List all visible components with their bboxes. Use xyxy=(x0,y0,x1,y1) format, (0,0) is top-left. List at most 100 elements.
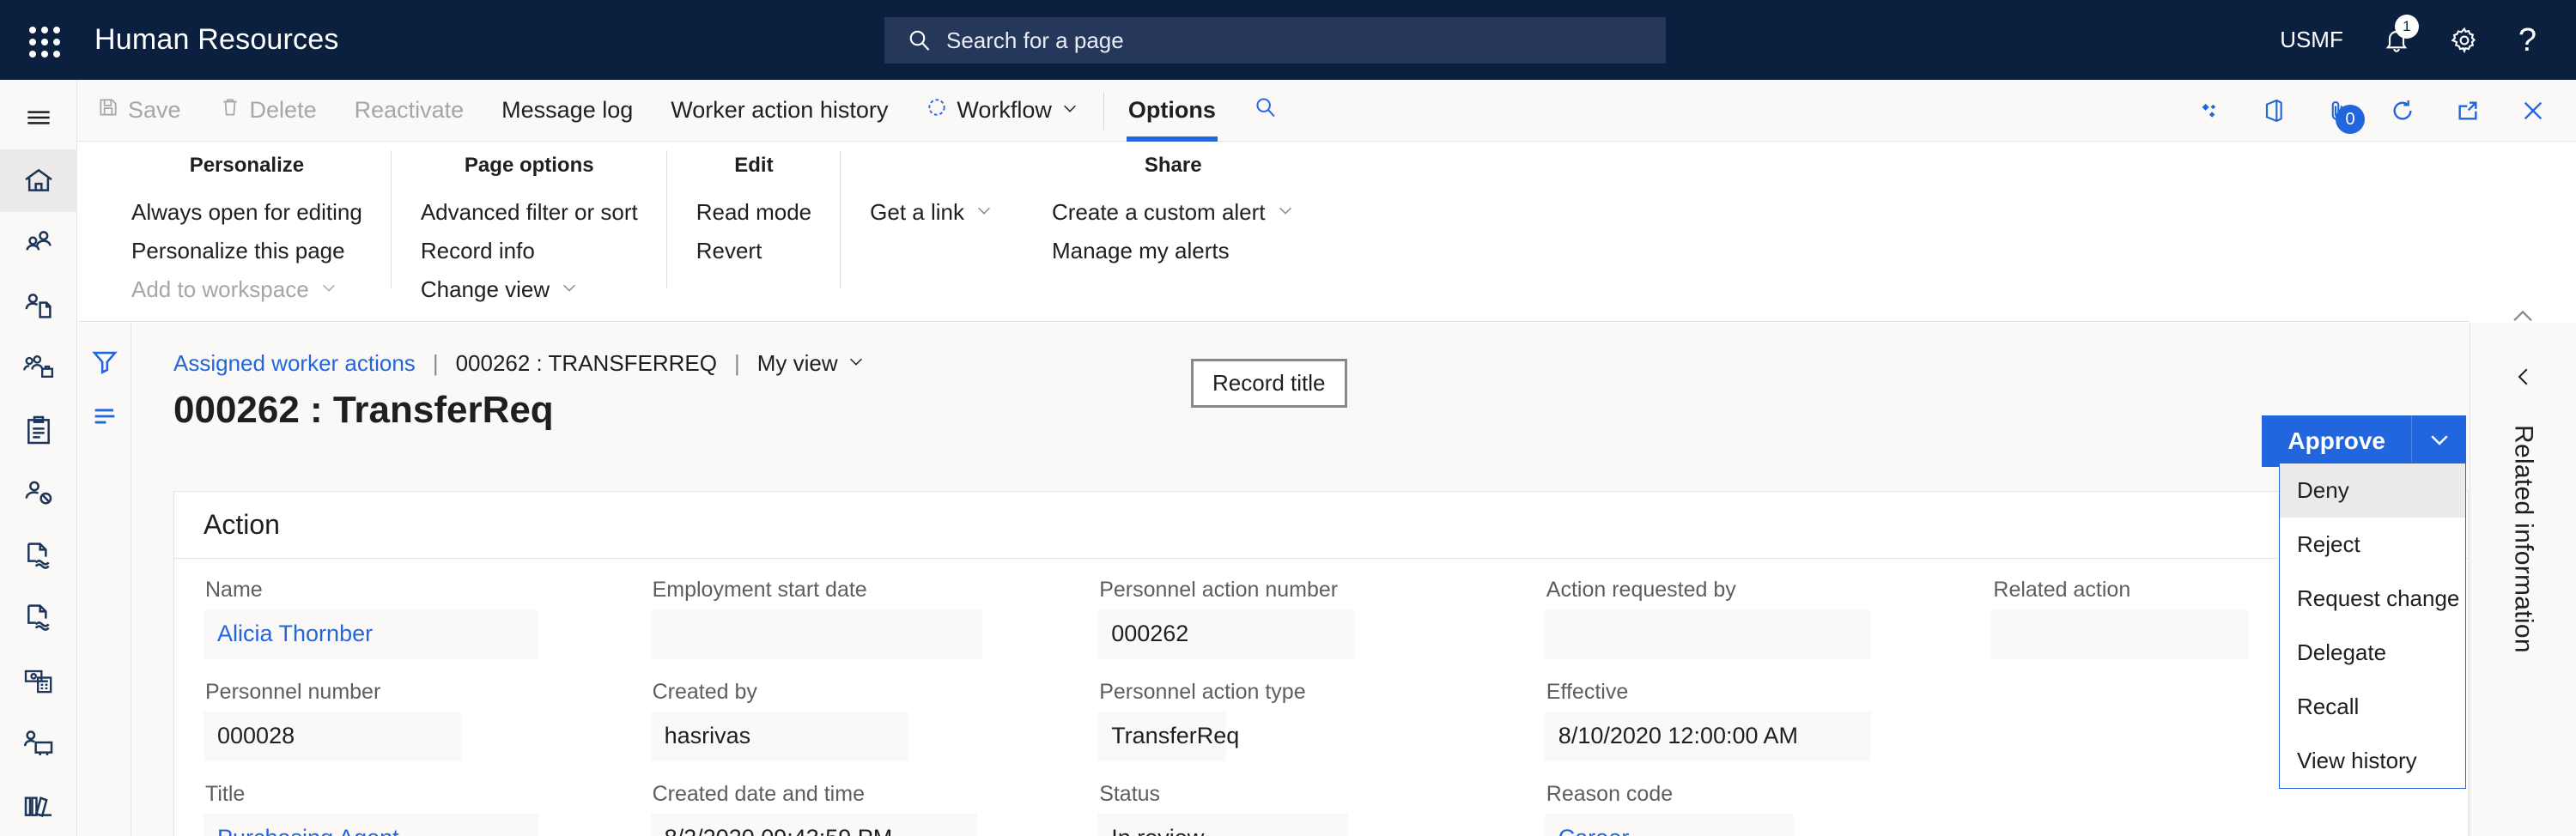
menu-item-recall[interactable]: Recall xyxy=(2280,680,2465,734)
ribbon-group-header: Edit xyxy=(734,154,774,177)
filter-icon[interactable] xyxy=(90,347,119,376)
reactivate-button[interactable]: Reactivate xyxy=(336,80,483,142)
manage-my-alerts-button[interactable]: Manage my alerts xyxy=(1023,232,1324,270)
sidebar-item-document-handshake[interactable] xyxy=(0,524,77,586)
action-card-header: Action 8/10/2020 12:0 xyxy=(174,492,2468,559)
chevron-down-icon xyxy=(560,276,579,303)
ritem-label: Revert xyxy=(696,238,762,264)
breadcrumb-link-assigned-worker-actions[interactable]: Assigned worker actions xyxy=(173,350,416,377)
approve-button[interactable]: Approve xyxy=(2262,415,2411,467)
close-icon[interactable] xyxy=(2500,97,2566,124)
sidebar-item-home[interactable] xyxy=(0,148,77,212)
worker-action-history-button[interactable]: Worker action history xyxy=(652,80,907,142)
view-selector[interactable]: My view xyxy=(757,350,866,377)
gear-icon[interactable] xyxy=(2450,26,2479,55)
popout-icon[interactable] xyxy=(2435,97,2500,124)
command-search-button[interactable] xyxy=(1235,80,1297,142)
hamburger-menu-icon[interactable] xyxy=(0,87,77,149)
approve-dropdown-toggle[interactable] xyxy=(2411,415,2466,467)
company-indicator[interactable]: USMF xyxy=(2280,27,2343,53)
field-value[interactable]: TransferReq xyxy=(1097,712,1239,761)
change-view-menu[interactable]: Change view xyxy=(392,270,667,309)
chevron-down-icon xyxy=(319,276,338,303)
field-value[interactable]: 8/2/2020 09:43:59 PM xyxy=(650,814,977,836)
office-logo-icon[interactable] xyxy=(2241,97,2306,124)
company-label: USMF xyxy=(2280,27,2343,52)
menu-item-deny[interactable]: Deny xyxy=(2280,463,2465,518)
ritem-label: Get a link xyxy=(870,199,964,225)
personalize-this-page-button[interactable]: Personalize this page xyxy=(102,232,392,270)
revert-button[interactable]: Revert xyxy=(667,232,841,270)
app-root: Human Resources Search for a page USMF 1 xyxy=(0,0,2576,836)
worker-action-history-label: Worker action history xyxy=(671,97,889,123)
field-created-date-and-time: Created date and time 8/2/2020 09:43:59 … xyxy=(650,782,1098,836)
add-to-workspace-menu[interactable]: Add to workspace xyxy=(102,270,392,309)
message-log-button[interactable]: Message log xyxy=(483,80,652,142)
field-value[interactable]: Alicia Thornber xyxy=(204,609,538,659)
workflow-icon xyxy=(926,96,948,124)
related-information-collapse-button[interactable] xyxy=(2511,364,2537,394)
field-label: Effective xyxy=(1546,680,1629,704)
search-icon xyxy=(1254,95,1278,125)
ritem-label: Read mode xyxy=(696,199,812,225)
attachments-button[interactable]: 0 xyxy=(2306,98,2370,134)
field-reason-code: Reason code Career xyxy=(1544,782,1992,836)
field-action-requested-by: Action requested by xyxy=(1544,578,1992,680)
chevron-down-icon xyxy=(1060,97,1079,124)
record-info-button[interactable]: Record info xyxy=(392,232,667,270)
field-value[interactable]: Purchasing Agent xyxy=(204,814,538,836)
breadcrumb-separator: | xyxy=(734,350,740,376)
approve-split-button: Approve xyxy=(2262,415,2466,467)
create-a-custom-alert-menu[interactable]: Create a custom alert xyxy=(1023,193,1324,232)
delete-button[interactable]: Delete xyxy=(200,80,336,142)
field-value[interactable]: In review xyxy=(1097,814,1349,836)
field-value[interactable]: 000028 xyxy=(204,712,461,761)
sidebar-item-teams[interactable] xyxy=(0,336,77,399)
menu-item-delegate[interactable]: Delegate xyxy=(2280,626,2465,680)
workflow-menu-button[interactable]: Workflow xyxy=(907,80,1098,142)
list-lines-icon[interactable] xyxy=(90,402,119,431)
read-mode-button[interactable]: Read mode xyxy=(667,193,841,232)
field-effective: Effective 8/10/2020 12:00:00 AM xyxy=(1544,680,1992,782)
menu-item-reject[interactable]: Reject xyxy=(2280,518,2465,572)
chevron-down-icon xyxy=(975,199,993,226)
office-diamond-icon[interactable] xyxy=(2178,98,2241,124)
command-separator xyxy=(1103,91,1104,130)
sidebar-item-person-blocked[interactable] xyxy=(0,462,77,524)
sidebar-item-clipboard[interactable] xyxy=(0,399,77,462)
save-button[interactable]: Save xyxy=(78,80,200,142)
field-value[interactable] xyxy=(1544,609,1871,659)
search-input[interactable]: Search for a page xyxy=(884,17,1666,64)
ritem-label: Always open for editing xyxy=(131,199,362,225)
help-icon[interactable]: ? xyxy=(2518,24,2537,57)
field-personnel-action-number: Personnel action number 000262 xyxy=(1097,578,1545,680)
advanced-filter-or-sort-button[interactable]: Advanced filter or sort xyxy=(392,193,667,232)
app-launcher-icon[interactable] xyxy=(17,15,69,66)
tab-options[interactable]: Options xyxy=(1109,80,1235,142)
sidebar-item-document-handshake-2[interactable] xyxy=(0,586,77,649)
field-value[interactable] xyxy=(650,609,982,659)
always-open-for-editing-button[interactable]: Always open for editing xyxy=(102,193,392,232)
field-value[interactable]: 8/10/2020 12:00:00 AM xyxy=(1544,712,1871,761)
action-form: Name Alicia Thornber Employment start da… xyxy=(174,559,2468,836)
menu-item-request-change[interactable]: Request change xyxy=(2280,572,2465,626)
search-icon xyxy=(907,27,933,53)
sidebar-item-worker-document[interactable] xyxy=(0,274,77,336)
chevron-down-icon xyxy=(2427,427,2452,457)
related-information-label: Related information xyxy=(2509,425,2538,653)
sidebar-item-employees[interactable] xyxy=(0,212,77,275)
ribbon-group-page-options: Page options Advanced filter or sort Rec… xyxy=(392,142,667,302)
chevron-down-icon xyxy=(847,350,866,377)
refresh-icon[interactable] xyxy=(2370,97,2435,124)
notifications-button[interactable]: 1 xyxy=(2383,14,2419,54)
sidebar-item-training[interactable] xyxy=(0,712,77,774)
field-value[interactable]: 000262 xyxy=(1097,609,1356,659)
sidebar-item-reports[interactable] xyxy=(0,773,77,836)
get-a-link-menu[interactable]: Get a link xyxy=(841,193,1023,232)
options-label: Options xyxy=(1127,97,1216,123)
field-value[interactable] xyxy=(1991,609,2250,659)
sidebar-item-payroll[interactable] xyxy=(0,649,77,712)
menu-item-view-history[interactable]: View history xyxy=(2280,734,2465,788)
field-value[interactable]: Career xyxy=(1544,814,1794,836)
field-value[interactable]: hasrivas xyxy=(650,712,908,761)
